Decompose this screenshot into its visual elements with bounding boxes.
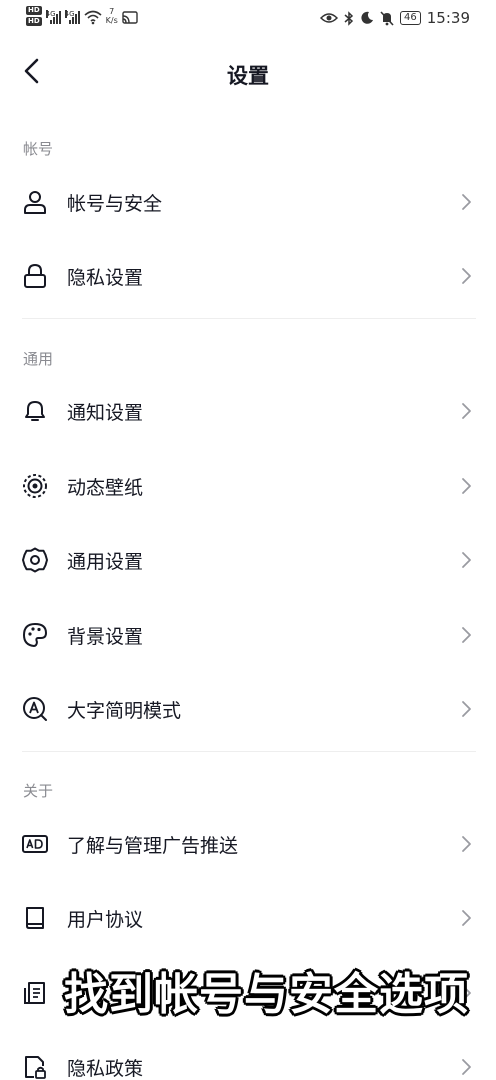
eye-icon <box>320 13 339 23</box>
book-icon <box>26 907 44 929</box>
settings-item-live-wallpaper[interactable]: 动态壁纸 <box>0 448 496 522</box>
ad-icon <box>22 835 48 853</box>
section-divider <box>22 751 476 752</box>
chevron-right-icon <box>462 403 471 419</box>
item-label: 通知设置 <box>67 402 144 424</box>
wifi-icon <box>84 10 102 25</box>
item-label: 通用设置 <box>67 551 144 573</box>
chevron-right-icon <box>462 836 471 852</box>
signal-icon-1: 4G <box>45 10 61 24</box>
mute-bell-icon <box>380 10 394 26</box>
section-header-general: 通用 <box>23 350 54 368</box>
item-label: 背景设置 <box>67 626 144 648</box>
item-label: 大字简明模式 <box>67 700 182 722</box>
cast-icon <box>122 11 138 24</box>
hd-badge-2: HD <box>26 17 42 26</box>
moon-icon <box>361 11 374 24</box>
item-label: 帐号与安全 <box>67 193 163 215</box>
person-icon <box>24 191 46 214</box>
section-header-account: 帐号 <box>23 140 54 158</box>
section-header-about: 关于 <box>23 782 54 800</box>
chevron-right-icon <box>462 478 471 494</box>
clock: 15:39 <box>426 9 470 27</box>
bell-icon <box>25 401 45 421</box>
network-speed: 7 K/s <box>105 7 118 25</box>
item-label: 用户协议 <box>67 909 144 931</box>
settings-item-privacy-policy[interactable]: 隐私政策 <box>0 1029 496 1080</box>
hd-badge-1: HD <box>26 6 42 15</box>
chevron-right-icon <box>462 552 471 568</box>
item-label: 隐私政策 <box>67 1058 144 1080</box>
chevron-right-icon <box>462 268 471 284</box>
settings-item-account-security[interactable]: 帐号与安全 <box>0 164 496 238</box>
settings-item-privacy-settings[interactable]: 隐私设置 <box>0 238 496 312</box>
item-label: 了解与管理广告推送 <box>67 835 239 857</box>
navigation-header: 设置 <box>0 44 496 104</box>
signal-icon-2: 4G <box>64 10 80 24</box>
settings-item-general-settings[interactable]: 通用设置 <box>0 522 496 596</box>
bluetooth-icon <box>344 10 354 26</box>
lock-icon <box>24 263 46 288</box>
privacy-file-icon <box>25 1056 46 1079</box>
gear-icon <box>22 547 48 573</box>
settings-item-ad-management[interactable]: 了解与管理广告推送 <box>0 806 496 880</box>
item-label: 动态壁纸 <box>67 477 144 499</box>
status-bar: HD HD 4G 4G 7 K/s 46 15:39 <box>0 0 496 38</box>
overlay-caption: 找到帐号与安全选项 <box>64 969 469 1020</box>
chevron-right-icon <box>462 627 471 643</box>
chevron-right-icon <box>462 701 471 717</box>
wallpaper-icon <box>23 474 47 498</box>
settings-item-large-text-mode[interactable]: 大字简明模式 <box>0 671 496 745</box>
settings-item-user-agreement[interactable]: 用户协议 <box>0 880 496 954</box>
chevron-right-icon <box>462 194 471 210</box>
item-label: 隐私设置 <box>67 267 144 289</box>
large-text-icon <box>23 697 47 721</box>
settings-item-notification-settings[interactable]: 通知设置 <box>0 373 496 447</box>
status-right: 46 15:39 <box>320 9 470 27</box>
chevron-right-icon <box>462 1059 471 1075</box>
battery-indicator: 46 <box>400 11 421 25</box>
document-icon <box>24 982 45 1004</box>
chevron-right-icon <box>462 910 471 926</box>
status-left: HD HD 4G 4G 7 K/s <box>26 6 138 26</box>
settings-item-background-settings[interactable]: 背景设置 <box>0 597 496 671</box>
palette-icon <box>23 623 47 647</box>
section-divider <box>22 318 476 319</box>
page-title: 设置 <box>227 64 269 88</box>
